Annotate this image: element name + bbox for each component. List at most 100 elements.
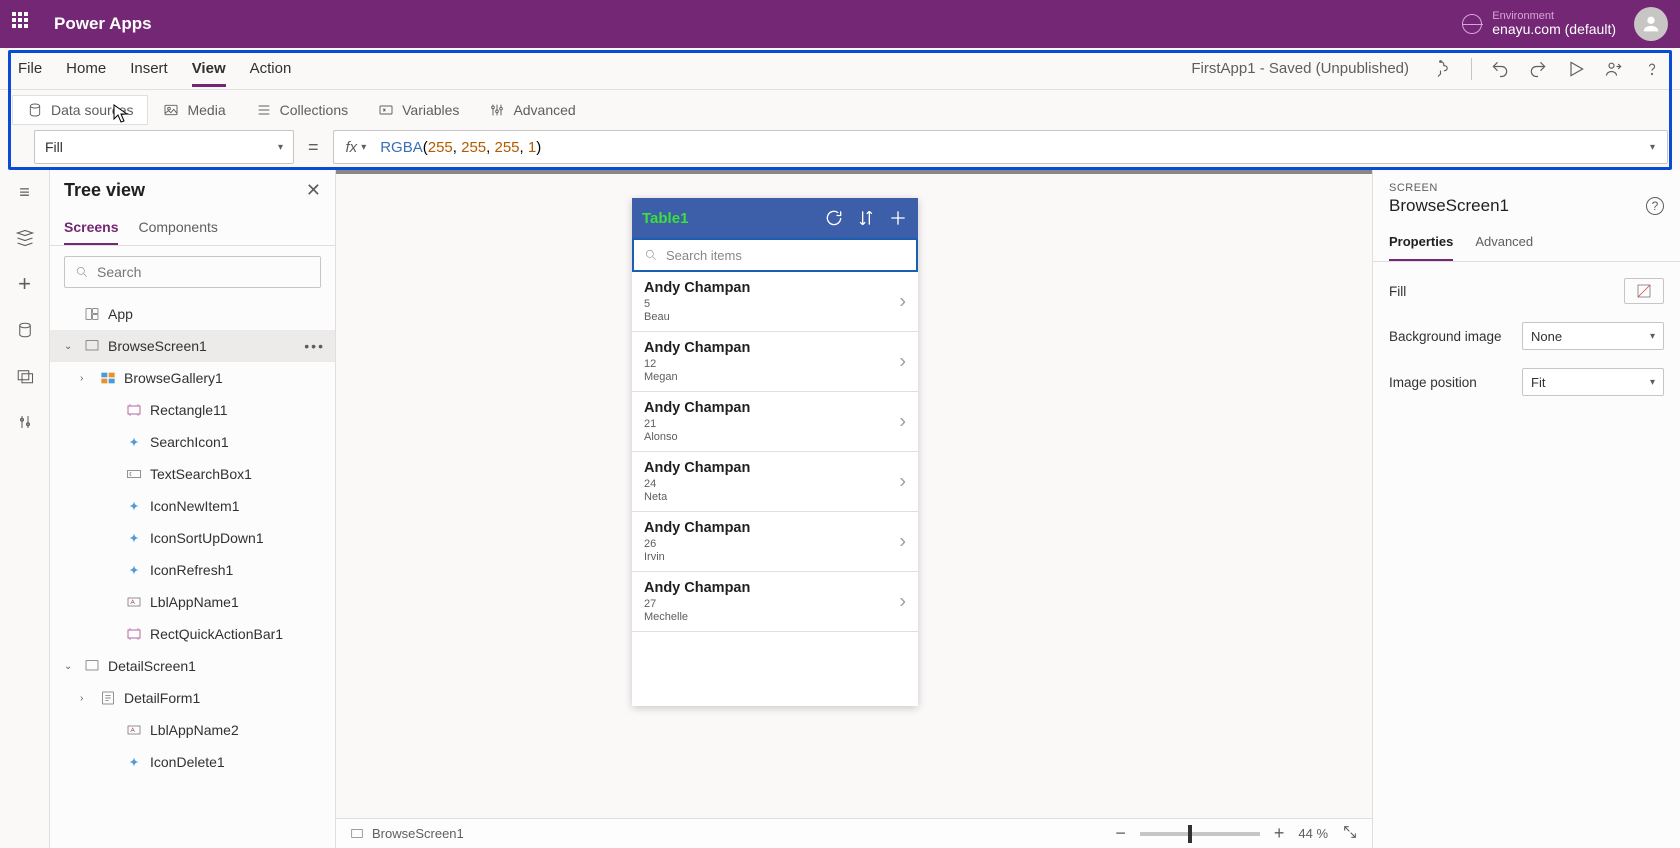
help-icon[interactable]: ?	[1646, 197, 1664, 215]
selected-control-name: BrowseScreen1	[1389, 196, 1509, 216]
status-screen-name: BrowseScreen1	[372, 826, 464, 841]
refresh-icon[interactable]	[824, 208, 844, 228]
tab-screens[interactable]: Screens	[64, 211, 118, 245]
chevron-down-icon: ▾	[1650, 377, 1655, 388]
list-item[interactable]: Andy Champan27Mechelle›	[632, 572, 918, 632]
fit-to-window-icon[interactable]	[1342, 824, 1358, 843]
tree-search-input[interactable]	[97, 264, 310, 280]
tree-node[interactable]: ✦IconSortUpDown1	[50, 522, 335, 554]
tree-node[interactable]: TextSearchBox1	[50, 458, 335, 490]
prop-bgimage-label: Background image	[1389, 329, 1502, 344]
tree-node[interactable]: ✦IconNewItem1	[50, 490, 335, 522]
app-launcher-icon[interactable]	[12, 12, 36, 36]
environment-picker[interactable]: Environment enayu.com (default)	[1462, 10, 1616, 37]
tree-node[interactable]: ⌄DetailScreen1	[50, 650, 335, 682]
tree-node[interactable]: ›BrowseGallery1	[50, 362, 335, 394]
menu-action[interactable]: Action	[250, 50, 292, 87]
add-icon[interactable]	[888, 208, 908, 228]
zoom-slider[interactable]	[1140, 832, 1260, 836]
document-title: FirstApp1 - Saved (Unpublished)	[1191, 60, 1409, 77]
chevron-down-icon: ▾	[1650, 142, 1655, 153]
chevron-right-icon: ›	[899, 290, 906, 313]
fx-icon: fx	[346, 139, 358, 156]
tree-node[interactable]: Rectangle11	[50, 394, 335, 426]
menu-file[interactable]: File	[18, 50, 42, 87]
ribbon-collections[interactable]: Collections	[241, 95, 363, 125]
ribbon-advanced[interactable]: Advanced	[474, 95, 590, 125]
advanced-tools-icon[interactable]	[13, 410, 37, 434]
tree-node[interactable]: LblAppName1	[50, 586, 335, 618]
ribbon-variables[interactable]: Variables	[363, 95, 474, 125]
ribbon-media[interactable]: Media	[148, 95, 240, 125]
chevron-right-icon: ›	[899, 470, 906, 493]
tree-view-icon[interactable]	[13, 226, 37, 250]
data-icon[interactable]	[13, 318, 37, 342]
list-item[interactable]: Andy Champan21Alonso›	[632, 392, 918, 452]
list-item[interactable]: Andy Champan24Neta›	[632, 452, 918, 512]
menu-bar: File Home Insert View Action FirstApp1 -…	[0, 48, 1680, 90]
chevron-right-icon: ›	[899, 350, 906, 373]
chevron-down-icon: ▾	[361, 142, 366, 153]
app-name: Power Apps	[54, 14, 152, 34]
database-icon	[27, 102, 43, 118]
prop-fill-label: Fill	[1389, 284, 1406, 299]
canvas[interactable]: Table1 Search items Andy Champan5Beau›An…	[336, 170, 1372, 848]
tree-node[interactable]: ⌄BrowseScreen1•••	[50, 330, 335, 362]
search-box[interactable]: Search items	[632, 238, 918, 272]
tree-node[interactable]: App	[50, 298, 335, 330]
chevron-right-icon: ›	[899, 410, 906, 433]
tree-node[interactable]: ✦SearchIcon1	[50, 426, 335, 458]
panel-section-label: SCREEN	[1373, 182, 1680, 194]
list-item[interactable]: Andy Champan26Irvin›	[632, 512, 918, 572]
environment-value: enayu.com (default)	[1492, 22, 1616, 37]
status-bar: BrowseScreen1 − + 44 %	[336, 818, 1372, 848]
chevron-right-icon: ›	[899, 590, 906, 613]
menu-view[interactable]: View	[192, 50, 226, 87]
help-icon[interactable]	[1642, 59, 1662, 79]
fill-color-picker[interactable]	[1624, 278, 1664, 304]
close-icon[interactable]: ✕	[306, 180, 321, 201]
zoom-in-button[interactable]: +	[1274, 823, 1285, 844]
sort-icon[interactable]	[856, 208, 876, 228]
app-header-bar: Table1	[632, 198, 918, 238]
tree-node[interactable]: ✦IconRefresh1	[50, 554, 335, 586]
play-icon[interactable]	[1566, 59, 1586, 79]
properties-panel: SCREEN BrowseScreen1 ? Properties Advanc…	[1372, 170, 1680, 848]
menu-insert[interactable]: Insert	[130, 50, 168, 87]
app-header: Power Apps Environment enayu.com (defaul…	[0, 0, 1680, 48]
tree-view-title: Tree view	[64, 180, 145, 201]
bgimage-select[interactable]: None ▾	[1522, 322, 1664, 350]
tree-node[interactable]: ›DetailForm1	[50, 682, 335, 714]
app-title-label: Table1	[642, 210, 812, 227]
user-avatar[interactable]	[1634, 7, 1668, 41]
equals-label: =	[304, 130, 323, 164]
tab-advanced[interactable]: Advanced	[1475, 226, 1533, 261]
tree-node[interactable]: LblAppName2	[50, 714, 335, 746]
share-icon[interactable]	[1604, 59, 1624, 79]
left-rail: ≡ +	[0, 170, 50, 848]
tab-properties[interactable]: Properties	[1389, 226, 1453, 261]
tree-search[interactable]	[64, 256, 321, 288]
list-item[interactable]: Andy Champan5Beau›	[632, 272, 918, 332]
tree-node[interactable]: RectQuickActionBar1	[50, 618, 335, 650]
undo-icon[interactable]	[1490, 59, 1510, 79]
insert-icon[interactable]: +	[13, 272, 37, 296]
checker-icon[interactable]	[1433, 59, 1453, 79]
imagepos-select[interactable]: Fit ▾	[1522, 368, 1664, 396]
redo-icon[interactable]	[1528, 59, 1548, 79]
search-placeholder: Search items	[666, 248, 742, 263]
hamburger-icon[interactable]: ≡	[13, 180, 37, 204]
media-icon[interactable]	[13, 364, 37, 388]
chevron-down-icon: ▾	[1650, 331, 1655, 342]
property-selector[interactable]: Fill ▾	[34, 130, 294, 164]
formula-input[interactable]: fx ▾ RGBA(255, 255, 255, 1) ▾	[333, 130, 1668, 164]
search-icon	[644, 248, 658, 262]
menu-home[interactable]: Home	[66, 50, 106, 87]
tree-node[interactable]: ✦IconDelete1	[50, 746, 335, 778]
search-icon	[75, 265, 89, 279]
list-item[interactable]: Andy Champan12Megan›	[632, 332, 918, 392]
view-ribbon: Data sources Media Collections Variables…	[0, 90, 1680, 130]
tab-components[interactable]: Components	[138, 211, 217, 245]
zoom-out-button[interactable]: −	[1115, 823, 1126, 844]
ribbon-data-sources[interactable]: Data sources	[12, 95, 148, 125]
